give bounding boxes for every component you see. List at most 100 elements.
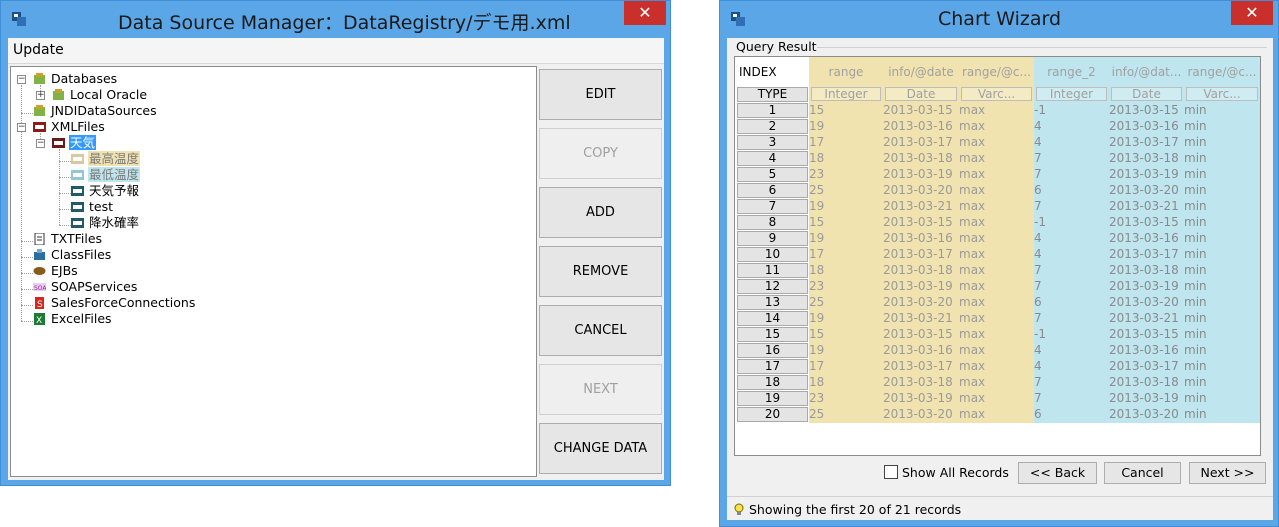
- table-cell: max: [959, 183, 1034, 199]
- dsm-title-bar[interactable]: Data Source Manager：DataRegistry/デモ用.xml…: [1, 1, 670, 37]
- tree-node-local-oracle[interactable]: Local Oracle: [52, 87, 148, 103]
- column-type: Integer: [811, 87, 881, 101]
- table-cell: 19: [809, 199, 883, 215]
- tree-node-soap[interactable]: SOAP SOAPServices: [33, 279, 138, 295]
- query-result-table[interactable]: INDEX range Integer info/@date Date range/@c…: [734, 56, 1261, 456]
- change-data-button[interactable]: CHANGE DATA: [539, 423, 662, 474]
- dsm-close-button[interactable]: ✕: [624, 1, 666, 25]
- tree-node-classfiles[interactable]: ClassFiles: [33, 247, 112, 263]
- table-cell: max: [959, 103, 1034, 119]
- show-all-records-checkbox[interactable]: [884, 465, 898, 479]
- row-index-button[interactable]: 4: [737, 151, 808, 166]
- tree-node-test[interactable]: test: [71, 199, 114, 215]
- row-index-button[interactable]: 12: [737, 279, 808, 294]
- row-index-button[interactable]: 14: [737, 311, 808, 326]
- expand-local-oracle-toggle[interactable]: +: [36, 91, 45, 100]
- table-cell: 4: [1034, 119, 1109, 135]
- tree-node-kosui-kakuritsu[interactable]: 降水確率: [71, 215, 140, 231]
- tree-node-tenki[interactable]: 天気: [52, 135, 97, 151]
- table-cell: 2013-03-16: [883, 231, 959, 247]
- cancel-button[interactable]: CANCEL: [539, 305, 662, 356]
- tree-node-ejbs[interactable]: EJBs: [33, 263, 79, 279]
- svg-text:X: X: [36, 316, 42, 325]
- table-cell: 19: [809, 311, 883, 327]
- column-header[interactable]: info/@date: [883, 57, 959, 87]
- table-cell: max: [959, 263, 1034, 279]
- tree-node-txtfiles[interactable]: TXTFiles: [33, 231, 103, 247]
- row-index-button[interactable]: 3: [737, 135, 808, 150]
- collapse-tenki-toggle[interactable]: −: [36, 139, 45, 148]
- show-all-records-label[interactable]: Show All Records: [902, 465, 1009, 480]
- add-button[interactable]: ADD: [539, 187, 662, 238]
- row-index-button[interactable]: 20: [737, 407, 808, 422]
- row-index-button[interactable]: 19: [737, 391, 808, 406]
- table-cell: 2013-03-16: [1109, 343, 1184, 359]
- table-cell: max: [959, 311, 1034, 327]
- dsm-title: Data Source Manager：DataRegistry/デモ用.xml: [118, 12, 571, 34]
- column-header[interactable]: range_2: [1034, 57, 1109, 87]
- next-wizard-button[interactable]: Next >>: [1189, 462, 1266, 484]
- table-cell: min: [1184, 295, 1260, 311]
- table-cell: 18: [809, 151, 883, 167]
- xql-query-icon: [71, 154, 84, 164]
- back-button[interactable]: << Back: [1018, 462, 1097, 484]
- table-cell: max: [959, 359, 1034, 375]
- tree-node-xmlfiles[interactable]: XMLFiles: [33, 119, 106, 135]
- row-index-button[interactable]: 13: [737, 295, 808, 310]
- row-index-button[interactable]: 2: [737, 119, 808, 134]
- table-cell: max: [959, 279, 1034, 295]
- column-header[interactable]: range: [809, 57, 883, 87]
- column-header[interactable]: range/@c...: [959, 57, 1034, 87]
- remove-button[interactable]: REMOVE: [539, 246, 662, 297]
- menu-update[interactable]: Update: [13, 42, 64, 58]
- database-icon: [34, 73, 45, 84]
- data-source-tree[interactable]: − + − − Databases Local Oracle JNDIDataS…: [10, 66, 537, 477]
- collapse-databases-toggle[interactable]: −: [17, 75, 26, 84]
- copy-button[interactable]: COPY: [539, 128, 662, 179]
- column-header[interactable]: info/@dat...: [1109, 57, 1184, 87]
- row-index-button[interactable]: 18: [737, 375, 808, 390]
- tree-node-label: ExcelFiles: [51, 311, 112, 326]
- table-cell: min: [1184, 359, 1260, 375]
- row-index-button[interactable]: 7: [737, 199, 808, 214]
- tree-node-excelfiles[interactable]: X ExcelFiles: [33, 311, 113, 327]
- table-cell: 7: [1034, 167, 1109, 183]
- column-header[interactable]: range/@c...: [1184, 57, 1260, 87]
- tree-node-jndi[interactable]: JNDIDataSources: [33, 103, 158, 119]
- row-index-button[interactable]: 17: [737, 359, 808, 374]
- status-bar: Showing the first 20 of 21 records: [727, 496, 1273, 520]
- next-button[interactable]: NEXT: [539, 364, 662, 415]
- table-cell: 2013-03-17: [1109, 359, 1184, 375]
- tree-node-saiko-ondo[interactable]: 最高温度: [71, 151, 141, 167]
- xql-query-icon: [71, 218, 84, 228]
- table-cell: 2013-03-19: [1109, 167, 1184, 183]
- row-index-button[interactable]: 10: [737, 247, 808, 262]
- tree-node-label: 降水確率: [89, 215, 140, 230]
- table-cell: 15: [809, 327, 883, 343]
- soap-icon: SOAP: [33, 283, 46, 292]
- table-cell: 6: [1034, 295, 1109, 311]
- row-index-button[interactable]: 9: [737, 231, 808, 246]
- table-cell: min: [1184, 135, 1260, 151]
- type-header[interactable]: TYPE: [737, 87, 808, 102]
- row-index-button[interactable]: 11: [737, 263, 808, 278]
- row-index-button[interactable]: 1: [737, 103, 808, 118]
- row-index-button[interactable]: 16: [737, 343, 808, 358]
- cw-title-bar[interactable]: Chart Wizard ✕: [720, 1, 1278, 37]
- row-index-button[interactable]: 5: [737, 167, 808, 182]
- row-index-button[interactable]: 6: [737, 183, 808, 198]
- cw-close-button[interactable]: ✕: [1231, 1, 1273, 25]
- tree-node-saitei-ondo[interactable]: 最低温度: [71, 167, 141, 183]
- tree-node-tenki-yoho[interactable]: 天気予報: [71, 183, 140, 199]
- row-index-button[interactable]: 15: [737, 327, 808, 342]
- table-cell: max: [959, 215, 1034, 231]
- table-cell: 2013-03-20: [1109, 407, 1184, 423]
- collapse-xmlfiles-toggle[interactable]: −: [17, 123, 26, 132]
- row-index-button[interactable]: 8: [737, 215, 808, 230]
- tree-node-databases[interactable]: Databases: [33, 71, 118, 87]
- cancel-wizard-button[interactable]: Cancel: [1104, 462, 1181, 484]
- tree-node-salesforce[interactable]: S SalesForceConnections: [33, 295, 196, 311]
- edit-button[interactable]: EDIT: [539, 69, 662, 120]
- status-text: Showing the first 20 of 21 records: [749, 502, 962, 517]
- table-cell: 19: [809, 119, 883, 135]
